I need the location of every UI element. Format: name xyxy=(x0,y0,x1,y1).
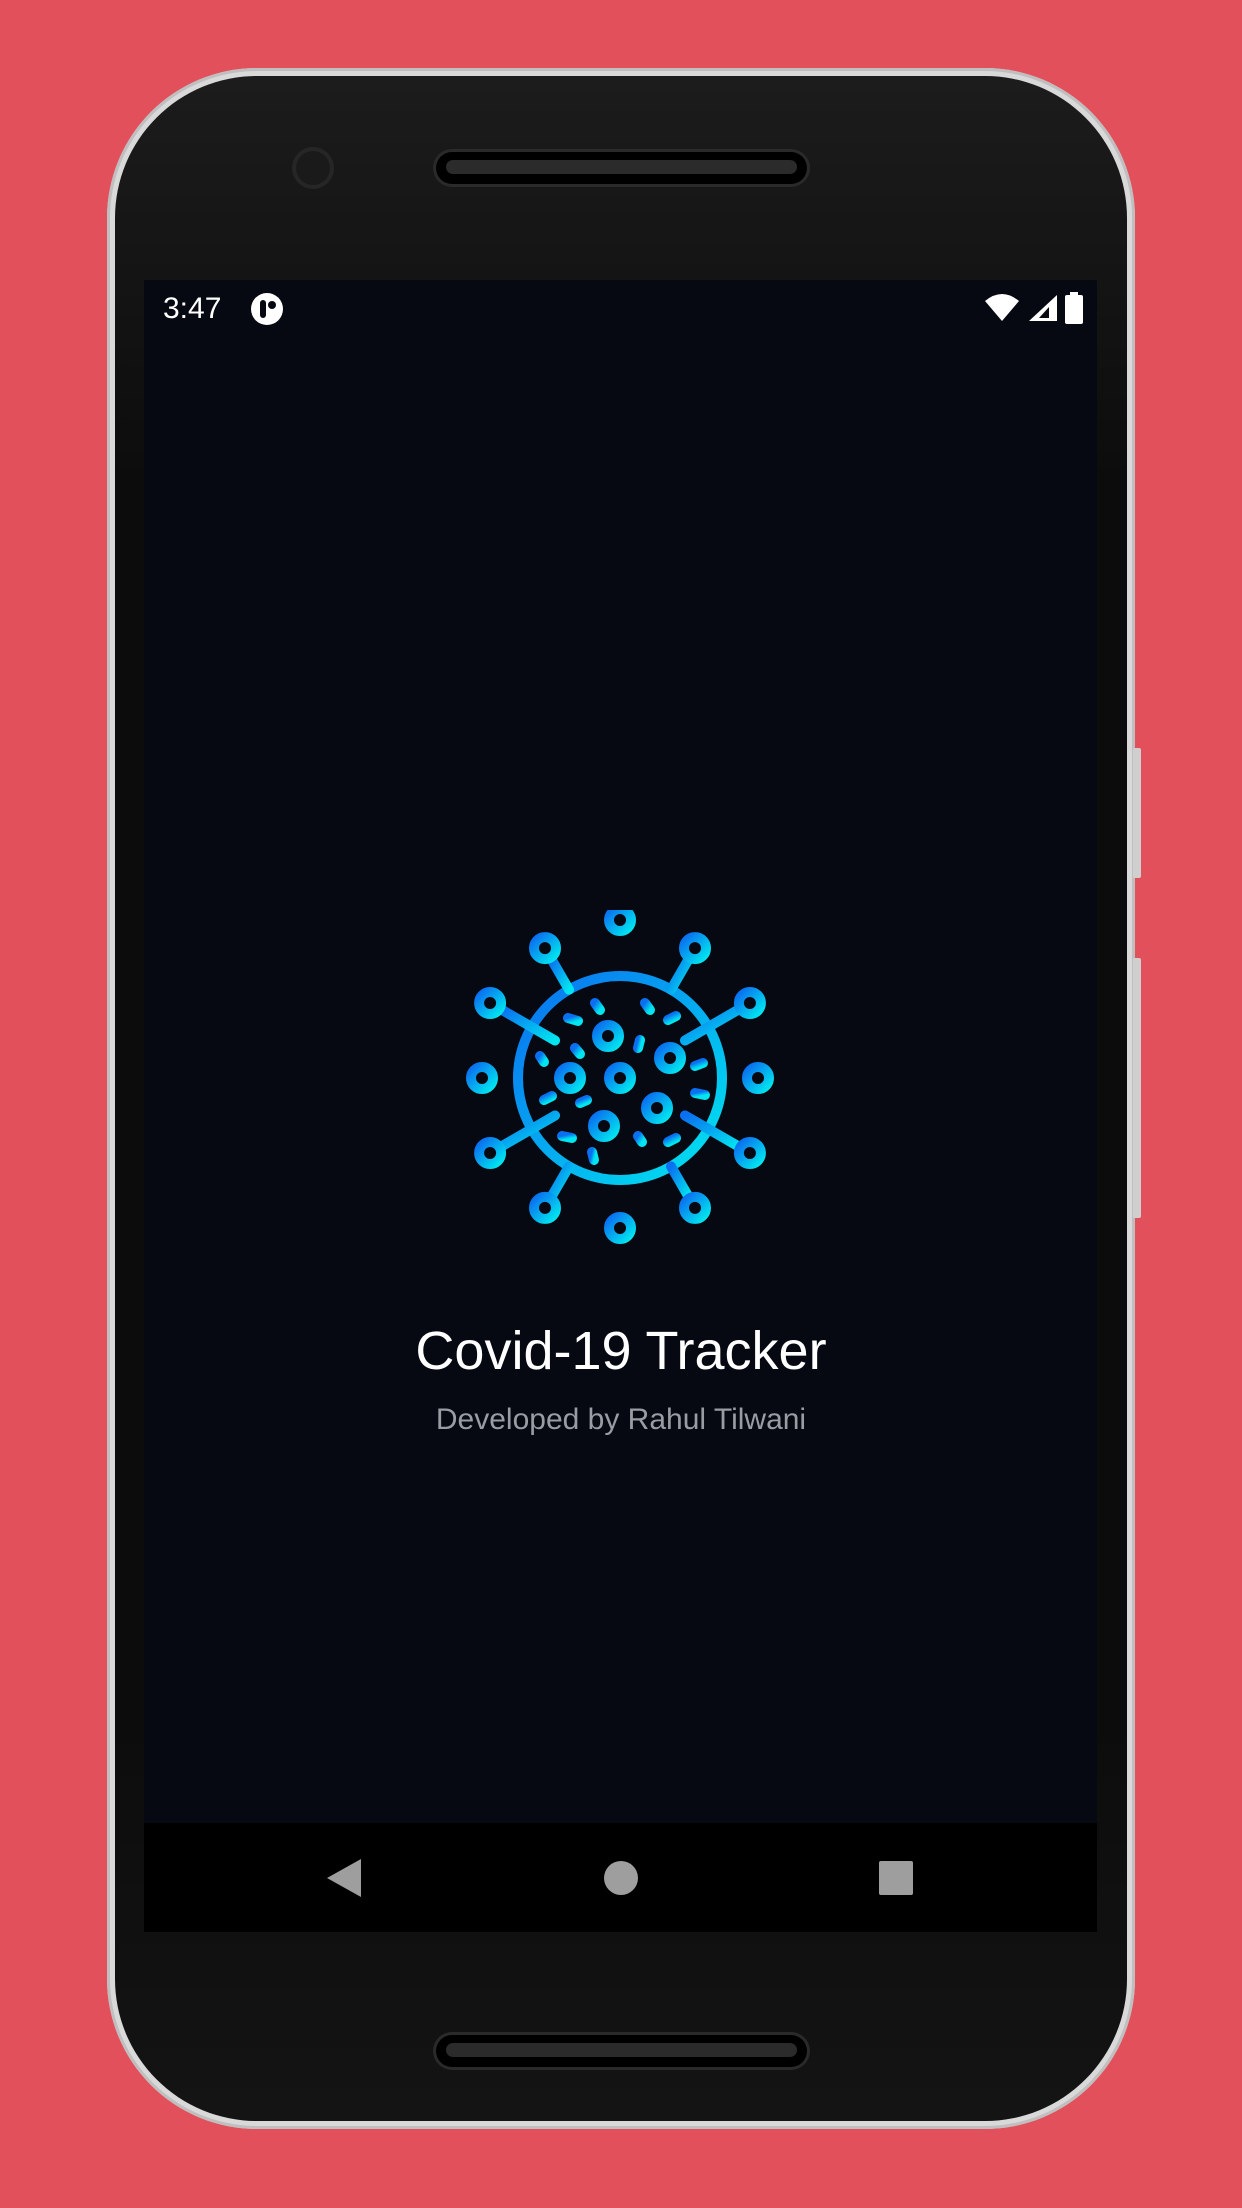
navigation-bar xyxy=(144,1823,1097,1932)
home-icon xyxy=(604,1861,638,1895)
status-time: 3:47 xyxy=(163,292,222,325)
home-button[interactable] xyxy=(600,1857,642,1899)
bottom-speaker xyxy=(436,2035,807,2067)
virus-icon xyxy=(466,910,774,1244)
wifi-icon xyxy=(985,294,1019,321)
battery-icon xyxy=(1065,292,1083,324)
status-bar: 3:47 xyxy=(144,280,1097,338)
app-notification-icon xyxy=(251,293,283,325)
front-camera xyxy=(296,151,330,185)
back-icon xyxy=(327,1859,361,1897)
back-button[interactable] xyxy=(323,1857,365,1899)
recents-icon xyxy=(879,1861,913,1895)
recents-button[interactable] xyxy=(875,1857,917,1899)
signal-icon xyxy=(1029,295,1057,321)
top-speaker xyxy=(436,152,807,184)
volume-button xyxy=(1133,748,1141,878)
developer-credit: Developed by Rahul Tilwani xyxy=(435,1403,807,1436)
app-title: Covid-19 Tracker xyxy=(415,1321,827,1381)
power-button xyxy=(1133,958,1141,1218)
